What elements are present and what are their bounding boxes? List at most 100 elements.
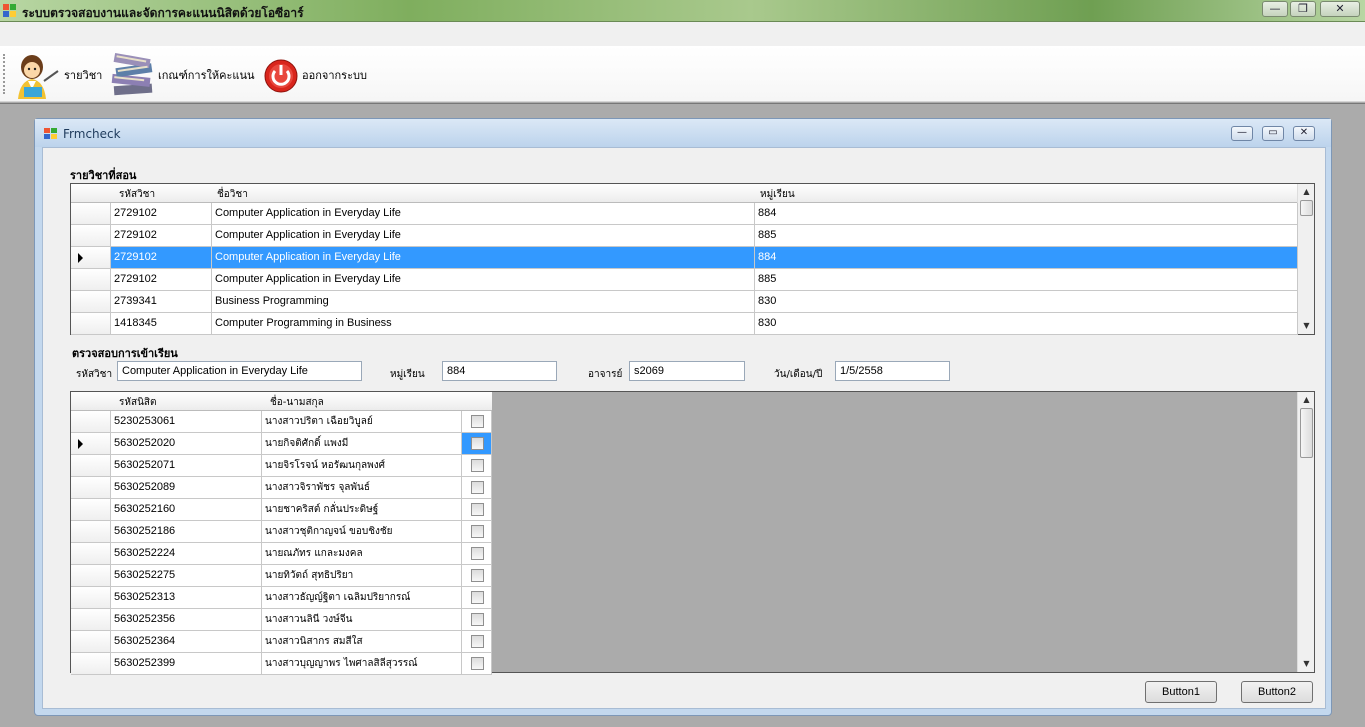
course-cell-code[interactable]: 2729102 [111,247,212,269]
row-header[interactable] [71,653,111,675]
student-row[interactable]: 5630252399 นางสาวบุญญาพร ไพศาลสิลีสุวรรณ์ [71,653,492,675]
student-name-cell[interactable]: นายทิวัตถ์ สุทธิปริยา [262,565,462,587]
row-header[interactable] [71,477,111,499]
courses-scrollbar[interactable]: ▲ ▼ [1297,184,1314,334]
attendance-check-cell[interactable] [462,653,492,675]
course-cell-name[interactable]: Computer Application in Everyday Life [212,203,755,225]
row-header[interactable] [71,609,111,631]
scroll-up-icon[interactable]: ▲ [1301,394,1312,406]
attendance-checkbox[interactable] [471,503,484,516]
toolbar-criteria-button[interactable]: เกณฑ์การให้คะแนน [108,50,255,100]
course-row[interactable]: 2739341 Business Programming 830 [71,291,1298,313]
attendance-check-cell[interactable] [462,477,492,499]
attendance-check-cell[interactable] [462,609,492,631]
row-header[interactable] [71,203,111,225]
student-name-cell[interactable]: นางสาวนลินี วงษ์จีน [262,609,462,631]
course-cell-code[interactable]: 2729102 [111,225,212,247]
attendance-check-cell[interactable] [462,587,492,609]
child-close-button[interactable]: ✕ [1293,126,1315,141]
row-header[interactable] [71,521,111,543]
row-header[interactable] [71,247,111,269]
section-field[interactable]: 884 [442,361,557,381]
toolbar-courses-button[interactable]: รายวิชา [10,50,102,100]
close-button[interactable]: ✕ [1320,1,1360,17]
row-header[interactable] [71,313,111,335]
student-row[interactable]: 5630252160 นายชาคริสต์ กลั่นประดิษฐ์ [71,499,492,521]
restore-button[interactable]: ❐ [1290,1,1316,17]
student-id-cell[interactable]: 5230253061 [111,411,262,433]
course-name-field[interactable]: Computer Application in Everyday Life [117,361,362,381]
student-id-cell[interactable]: 5630252275 [111,565,262,587]
student-id-cell[interactable]: 5630252399 [111,653,262,675]
row-header[interactable] [71,291,111,313]
row-header[interactable] [71,565,111,587]
student-row[interactable]: 5630252224 นายณภัทร แกละมงคล [71,543,492,565]
course-cell-section[interactable]: 885 [755,269,1298,291]
column-header-section[interactable]: หมู่เรียน [760,187,795,202]
course-cell-name[interactable]: Computer Application in Everyday Life [212,269,755,291]
scroll-up-icon[interactable]: ▲ [1301,186,1312,198]
student-id-cell[interactable]: 5630252224 [111,543,262,565]
students-grid[interactable]: รหัสนิสิต ชื่อ-นามสกุล ▲ ▼ 5230253061 นาง… [70,391,1315,675]
attendance-check-cell[interactable] [462,543,492,565]
attendance-check-cell[interactable] [462,499,492,521]
attendance-checkbox[interactable] [471,437,484,450]
student-row[interactable]: 5630252313 นางสาวธัญญ์ฐิตา เฉลิมปริยากรณ์ [71,587,492,609]
toolbar-grip[interactable] [3,54,6,94]
attendance-check-cell[interactable] [462,521,492,543]
course-row[interactable]: 2729102 Computer Application in Everyday … [71,269,1298,291]
attendance-check-cell[interactable] [462,565,492,587]
scroll-thumb[interactable] [1300,408,1313,458]
attendance-checkbox[interactable] [471,525,484,538]
button2[interactable]: Button2 [1241,681,1313,703]
student-id-cell[interactable]: 5630252089 [111,477,262,499]
student-name-cell[interactable]: นางสาวนิสากร สมสีใส [262,631,462,653]
scroll-thumb[interactable] [1300,200,1313,216]
row-header[interactable] [71,433,111,455]
course-row[interactable]: 2729102 Computer Application in Everyday … [71,203,1298,225]
course-cell-name[interactable]: Business Programming [212,291,755,313]
course-cell-section[interactable]: 884 [755,203,1298,225]
student-name-cell[interactable]: นางสาวจิราพัชร จุลพันธ์ [262,477,462,499]
student-row[interactable]: 5630252089 นางสาวจิราพัชร จุลพันธ์ [71,477,492,499]
course-cell-code[interactable]: 2739341 [111,291,212,313]
student-row[interactable]: 5630252364 นางสาวนิสากร สมสีใส [71,631,492,653]
courses-grid[interactable]: รหัสวิชา ชื่อวิชา หมู่เรียน ▲ ▼ 2729102 C… [70,183,1315,335]
course-cell-code[interactable]: 1418345 [111,313,212,335]
student-row[interactable]: 5630252356 นางสาวนลินี วงษ์จีน [71,609,492,631]
student-name-cell[interactable]: นายจิรโรจน์ หอรัฒนกุลพงศ์ [262,455,462,477]
student-row[interactable]: 5630252020 นายกิจติศักดิ์ แพงมี [71,433,492,455]
row-header[interactable] [71,543,111,565]
row-header[interactable] [71,269,111,291]
student-name-cell[interactable]: นางสาวชุติกาญจน์ ขอบชิงชัย [262,521,462,543]
attendance-checkbox[interactable] [471,547,484,560]
course-cell-section[interactable]: 830 [755,313,1298,335]
attendance-checkbox[interactable] [471,459,484,472]
attendance-checkbox[interactable] [471,657,484,670]
student-name-cell[interactable]: นายณภัทร แกละมงคล [262,543,462,565]
scroll-down-icon[interactable]: ▼ [1301,658,1312,670]
course-cell-code[interactable]: 2729102 [111,269,212,291]
students-scrollbar[interactable]: ▲ ▼ [1297,392,1314,672]
course-cell-section[interactable]: 885 [755,225,1298,247]
course-cell-section[interactable]: 884 [755,247,1298,269]
teacher-field[interactable]: s2069 [629,361,745,381]
attendance-checkbox[interactable] [471,415,484,428]
course-cell-section[interactable]: 830 [755,291,1298,313]
attendance-checkbox[interactable] [471,635,484,648]
row-header[interactable] [71,455,111,477]
student-name-cell[interactable]: นายชาคริสต์ กลั่นประดิษฐ์ [262,499,462,521]
student-id-cell[interactable]: 5630252186 [111,521,262,543]
row-header[interactable] [71,411,111,433]
student-id-cell[interactable]: 5630252356 [111,609,262,631]
student-id-cell[interactable]: 5630252020 [111,433,262,455]
student-name-cell[interactable]: นางสาวธัญญ์ฐิตา เฉลิมปริยากรณ์ [262,587,462,609]
minimize-button[interactable]: — [1262,1,1288,17]
attendance-check-cell[interactable] [462,455,492,477]
attendance-check-cell[interactable] [462,411,492,433]
attendance-check-cell[interactable] [462,631,492,653]
course-cell-name[interactable]: Computer Application in Everyday Life [212,225,755,247]
child-restore-button[interactable]: ▭ [1262,126,1284,141]
column-header-course-code[interactable]: รหัสวิชา [119,187,155,202]
column-header-course-name[interactable]: ชื่อวิชา [217,187,248,202]
